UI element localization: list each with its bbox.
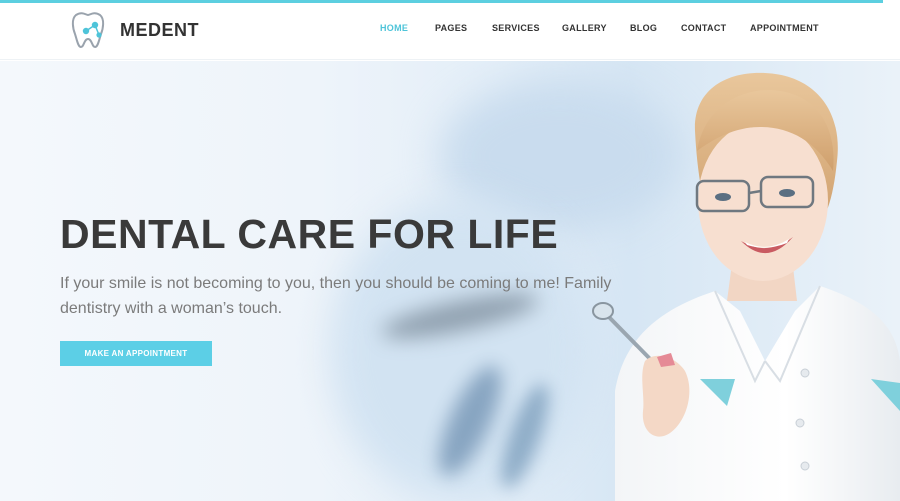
nav-blog[interactable]: BLOG xyxy=(630,23,657,33)
make-appointment-button[interactable]: MAKE AN APPOINTMENT xyxy=(60,341,212,366)
nav-home[interactable]: HOME xyxy=(380,23,408,33)
hero-title: DENTAL CARE FOR LIFE xyxy=(60,211,559,257)
nav-gallery[interactable]: GALLERY xyxy=(562,23,607,33)
dentist-photo xyxy=(592,72,900,501)
hero-section: DENTAL CARE FOR LIFE If your smile is no… xyxy=(0,61,900,501)
nav-pages[interactable]: PAGES xyxy=(435,23,467,33)
nav-contact[interactable]: CONTACT xyxy=(681,23,726,33)
site-header: MEDENT HOME PAGES SERVICES GALLERY BLOG … xyxy=(0,3,900,60)
nav-appointment[interactable]: APPOINTMENT xyxy=(750,23,819,33)
main-nav: HOME PAGES SERVICES GALLERY BLOG CONTACT… xyxy=(0,23,900,39)
nav-services[interactable]: SERVICES xyxy=(492,23,540,33)
hero-subtitle: If your smile is not becoming to you, th… xyxy=(60,275,612,317)
